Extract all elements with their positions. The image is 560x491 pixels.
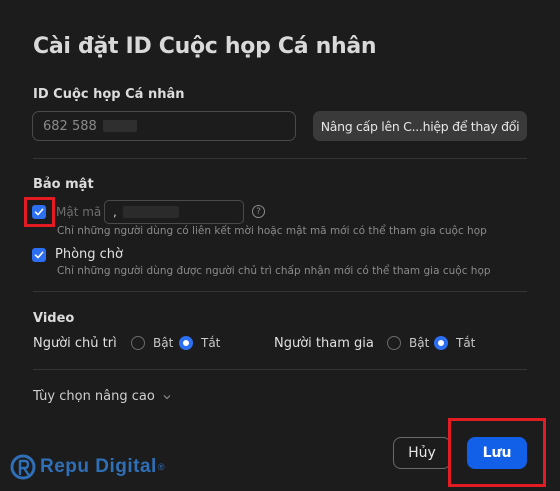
- passcode-input[interactable]: ,: [104, 200, 244, 224]
- meeting-id-value: 682 588: [43, 118, 97, 134]
- dialog-title: Cài đặt ID Cuộc họp Cá nhân: [33, 34, 377, 59]
- host-video-off-label: Tắt: [201, 336, 221, 350]
- advanced-options-toggle[interactable]: Tùy chọn nâng cao: [33, 389, 171, 404]
- divider: [33, 369, 527, 370]
- meeting-id-redaction: [102, 120, 137, 132]
- host-video-on-label: Bật: [153, 336, 174, 350]
- divider: [33, 158, 527, 159]
- watermark-registered: ®: [157, 462, 165, 472]
- passcode-hint: Chỉ những người dùng có liên kết mời hoặ…: [57, 225, 487, 237]
- repu-logo-icon: [10, 454, 36, 480]
- participant-video-label: Người tham gia: [274, 336, 374, 351]
- waiting-room-label: Phòng chờ: [55, 247, 123, 262]
- waiting-room-hint: Chỉ những người dùng được người chủ trì …: [57, 265, 491, 277]
- waiting-room-checkbox[interactable]: [32, 248, 46, 262]
- passcode-redaction: [122, 206, 179, 218]
- help-icon[interactable]: ?: [252, 205, 265, 218]
- passcode-value: ,: [113, 205, 117, 219]
- security-section-label: Bảo mật: [33, 177, 94, 192]
- advanced-options-label: Tùy chọn nâng cao: [33, 389, 155, 404]
- checkmark-icon: [34, 208, 44, 216]
- host-video-label: Người chủ trì: [33, 336, 117, 351]
- watermark-text: Repu Digital: [40, 456, 157, 477]
- participant-video-off-radio[interactable]: [434, 336, 448, 350]
- passcode-label: Mật mã: [56, 205, 102, 219]
- cancel-button[interactable]: Hủy: [393, 437, 451, 469]
- divider: [33, 291, 527, 292]
- host-video-on-radio[interactable]: [131, 336, 145, 350]
- participant-video-on-radio[interactable]: [387, 336, 401, 350]
- participant-video-off-label: Tắt: [456, 336, 476, 350]
- watermark: Repu Digital ®: [10, 454, 164, 480]
- personal-meeting-id-settings-dialog: Cài đặt ID Cuộc họp Cá nhân ID Cuộc họp …: [0, 0, 560, 491]
- chevron-down-icon: [163, 394, 171, 399]
- passcode-checkbox[interactable]: [32, 205, 46, 219]
- checkmark-icon: [34, 251, 44, 259]
- upgrade-button[interactable]: Nâng cấp lên C...hiệp để thay đổi: [313, 111, 527, 141]
- meeting-id-section-label: ID Cuộc họp Cá nhân: [33, 87, 185, 102]
- video-section-label: Video: [33, 311, 75, 326]
- host-video-off-radio[interactable]: [179, 336, 193, 350]
- meeting-id-field[interactable]: 682 588: [32, 111, 296, 141]
- participant-video-on-label: Bật: [409, 336, 430, 350]
- save-button[interactable]: Lưu: [467, 437, 527, 469]
